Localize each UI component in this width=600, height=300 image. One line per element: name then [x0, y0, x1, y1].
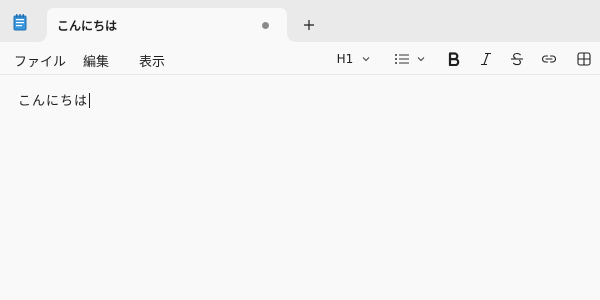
link-icon: [542, 55, 556, 63]
menu-file[interactable]: ファイル: [14, 51, 66, 70]
heading-dropdown[interactable]: H1: [334, 48, 374, 70]
heading-label: H1: [336, 52, 354, 66]
unsaved-indicator-icon[interactable]: [262, 22, 269, 29]
chevron-down-icon: [362, 57, 370, 62]
italic-icon: [481, 52, 491, 66]
editor-content: こんにちは: [18, 94, 89, 109]
menu-edit[interactable]: 編集: [83, 51, 109, 70]
bulleted-list-icon: [395, 54, 409, 64]
tab-document[interactable]: こんにちは: [39, 8, 295, 42]
tab-title: こんにちは: [57, 19, 118, 33]
strikethrough-icon: [511, 52, 523, 66]
editor-line[interactable]: こんにちは: [18, 90, 91, 109]
bold-button[interactable]: [444, 48, 464, 70]
text-caret: [89, 93, 91, 108]
plus-icon: [304, 20, 314, 30]
title-bar: こんにちは: [0, 0, 600, 42]
table-button[interactable]: [574, 48, 594, 70]
table-icon: [577, 52, 591, 66]
link-button[interactable]: [539, 48, 559, 70]
bold-icon: [448, 52, 460, 66]
toolbar: ファイル 編集 表示 H1: [0, 42, 600, 75]
strikethrough-button[interactable]: [507, 48, 527, 70]
chevron-down-icon: [417, 57, 425, 62]
menu-view[interactable]: 表示: [139, 51, 165, 70]
list-dropdown[interactable]: [390, 48, 430, 70]
editor-area[interactable]: こんにちは: [0, 75, 600, 300]
new-tab-button[interactable]: [298, 14, 320, 36]
italic-button[interactable]: [476, 48, 496, 70]
notepad-icon: [10, 12, 30, 32]
